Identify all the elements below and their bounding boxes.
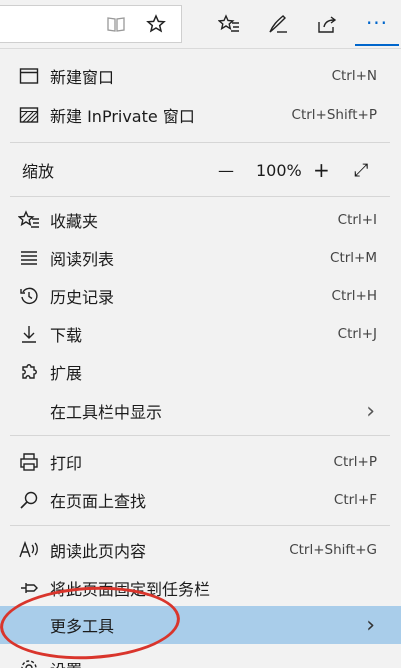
- menu-item-favorites[interactable]: 收藏夹 Ctrl+I: [0, 201, 401, 239]
- menu-item-label: 扩展: [50, 364, 83, 383]
- menu-item-more-tools[interactable]: 更多工具 ›: [0, 606, 401, 644]
- menu-item-shortcut: Ctrl+M: [330, 250, 377, 266]
- zoom-label: 缩放: [22, 162, 55, 181]
- read-aloud-icon: [18, 539, 40, 561]
- history-icon: [18, 285, 40, 307]
- search-icon: [18, 489, 40, 511]
- divider: [10, 142, 390, 143]
- divider: [10, 196, 390, 197]
- more-button[interactable]: ···: [355, 2, 399, 46]
- chevron-right-icon: ›: [366, 398, 375, 424]
- menu-item-new-inprivate-window[interactable]: 新建 InPrivate 窗口 Ctrl+Shift+P: [0, 96, 401, 134]
- download-icon: [18, 323, 40, 345]
- menu-item-settings[interactable]: 设置: [0, 649, 401, 668]
- menu-item-label: 在页面上查找: [50, 492, 147, 511]
- menu-item-shortcut: Ctrl+I: [337, 212, 377, 228]
- divider: [10, 525, 390, 526]
- divider: [10, 435, 390, 436]
- share-icon[interactable]: [315, 12, 339, 36]
- zoom-level: 100%: [256, 160, 302, 180]
- menu-item-shortcut: Ctrl+P: [333, 454, 377, 470]
- menu-item-label: 收藏夹: [50, 212, 99, 231]
- gear-icon: [18, 657, 40, 668]
- menu-item-shortcut: Ctrl+N: [331, 68, 377, 84]
- menu-item-label: 下载: [50, 326, 83, 345]
- menu-item-print[interactable]: 打印 Ctrl+P: [0, 443, 401, 481]
- zoom-out-button[interactable]: —: [218, 151, 234, 189]
- favorites-list-icon[interactable]: [217, 12, 241, 36]
- fullscreen-icon[interactable]: ⤢: [354, 151, 368, 189]
- menu-item-pin-to-taskbar[interactable]: 将此页面固定到任务栏: [0, 569, 401, 607]
- menu-item-reading-list[interactable]: 阅读列表 Ctrl+M: [0, 239, 401, 277]
- favorite-star-icon[interactable]: [144, 12, 168, 36]
- menu-item-downloads[interactable]: 下载 Ctrl+J: [0, 315, 401, 353]
- menu-item-shortcut: Ctrl+F: [333, 492, 377, 508]
- menu-item-new-window[interactable]: 新建窗口 Ctrl+N: [0, 57, 401, 95]
- menu-item-label: 新建 InPrivate 窗口: [50, 107, 195, 126]
- menu-item-show-in-toolbar[interactable]: 在工具栏中显示 ›: [0, 392, 401, 430]
- browser-toolbar: ···: [0, 0, 401, 48]
- zoom-in-button[interactable]: +: [313, 151, 330, 189]
- pen-icon[interactable]: [266, 12, 290, 36]
- address-bar[interactable]: [0, 5, 182, 43]
- menu-item-read-aloud[interactable]: 朗读此页内容 Ctrl+Shift+G: [0, 531, 401, 569]
- inprivate-window-icon: [18, 104, 40, 126]
- menu-item-shortcut: Ctrl+Shift+P: [291, 107, 377, 123]
- menu-item-label: 新建窗口: [50, 68, 115, 87]
- chevron-right-icon: ›: [366, 612, 375, 638]
- reading-list-icon: [18, 247, 40, 269]
- pin-icon: [18, 577, 40, 599]
- menu-item-label: 在工具栏中显示: [50, 403, 163, 422]
- menu-item-label: 阅读列表: [50, 250, 115, 269]
- menu-item-extensions[interactable]: 扩展: [0, 353, 401, 391]
- menu-item-label: 历史记录: [50, 288, 115, 307]
- menu-item-label: 打印: [50, 454, 83, 473]
- menu-item-shortcut: Ctrl+H: [331, 288, 377, 304]
- menu-item-shortcut: Ctrl+Shift+G: [289, 542, 377, 558]
- menu-item-shortcut: Ctrl+J: [337, 326, 377, 342]
- menu-item-label: 将此页面固定到任务栏: [50, 580, 211, 599]
- menu-item-label: 更多工具: [50, 617, 115, 636]
- reading-view-icon[interactable]: [104, 12, 128, 36]
- settings-menu: 新建窗口 Ctrl+N 新建 InPrivate 窗口 Ctrl+Shift+P…: [0, 48, 401, 668]
- menu-item-history[interactable]: 历史记录 Ctrl+H: [0, 277, 401, 315]
- more-icon: ···: [365, 11, 389, 35]
- printer-icon: [18, 451, 40, 473]
- menu-item-label: 设置: [50, 657, 82, 668]
- favorites-list-icon: [18, 209, 40, 231]
- menu-item-zoom: 缩放 — 100% + ⤢: [0, 151, 401, 189]
- menu-item-find-on-page[interactable]: 在页面上查找 Ctrl+F: [0, 481, 401, 519]
- menu-item-label: 朗读此页内容: [50, 542, 147, 561]
- window-icon: [18, 65, 40, 87]
- puzzle-icon: [18, 361, 40, 383]
